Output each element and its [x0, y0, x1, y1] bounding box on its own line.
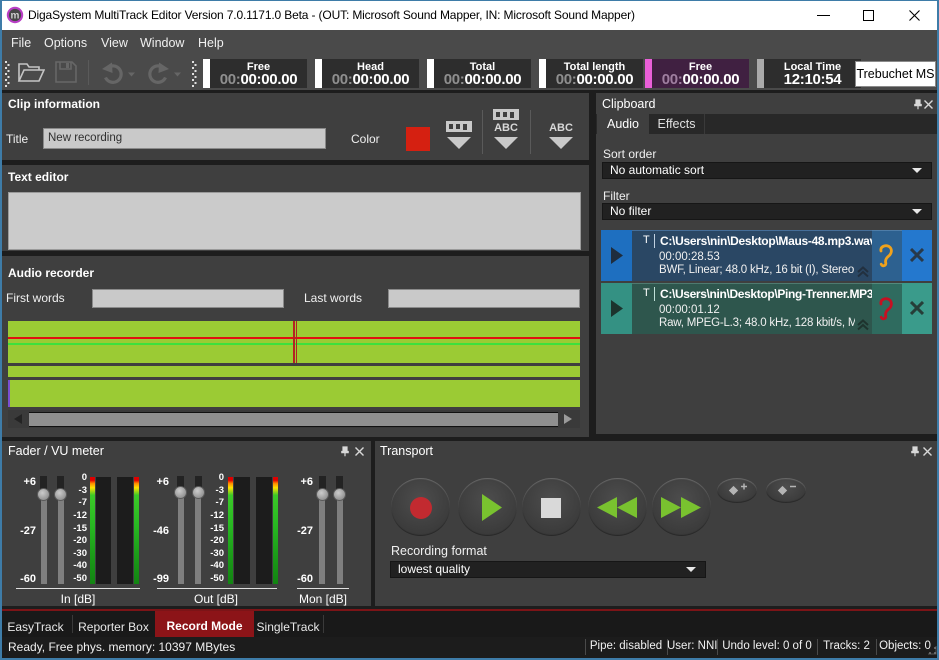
svg-text:m: m: [11, 11, 20, 22]
svg-text:ABC: ABC: [549, 122, 573, 134]
svg-text:ABC: ABC: [494, 122, 518, 134]
